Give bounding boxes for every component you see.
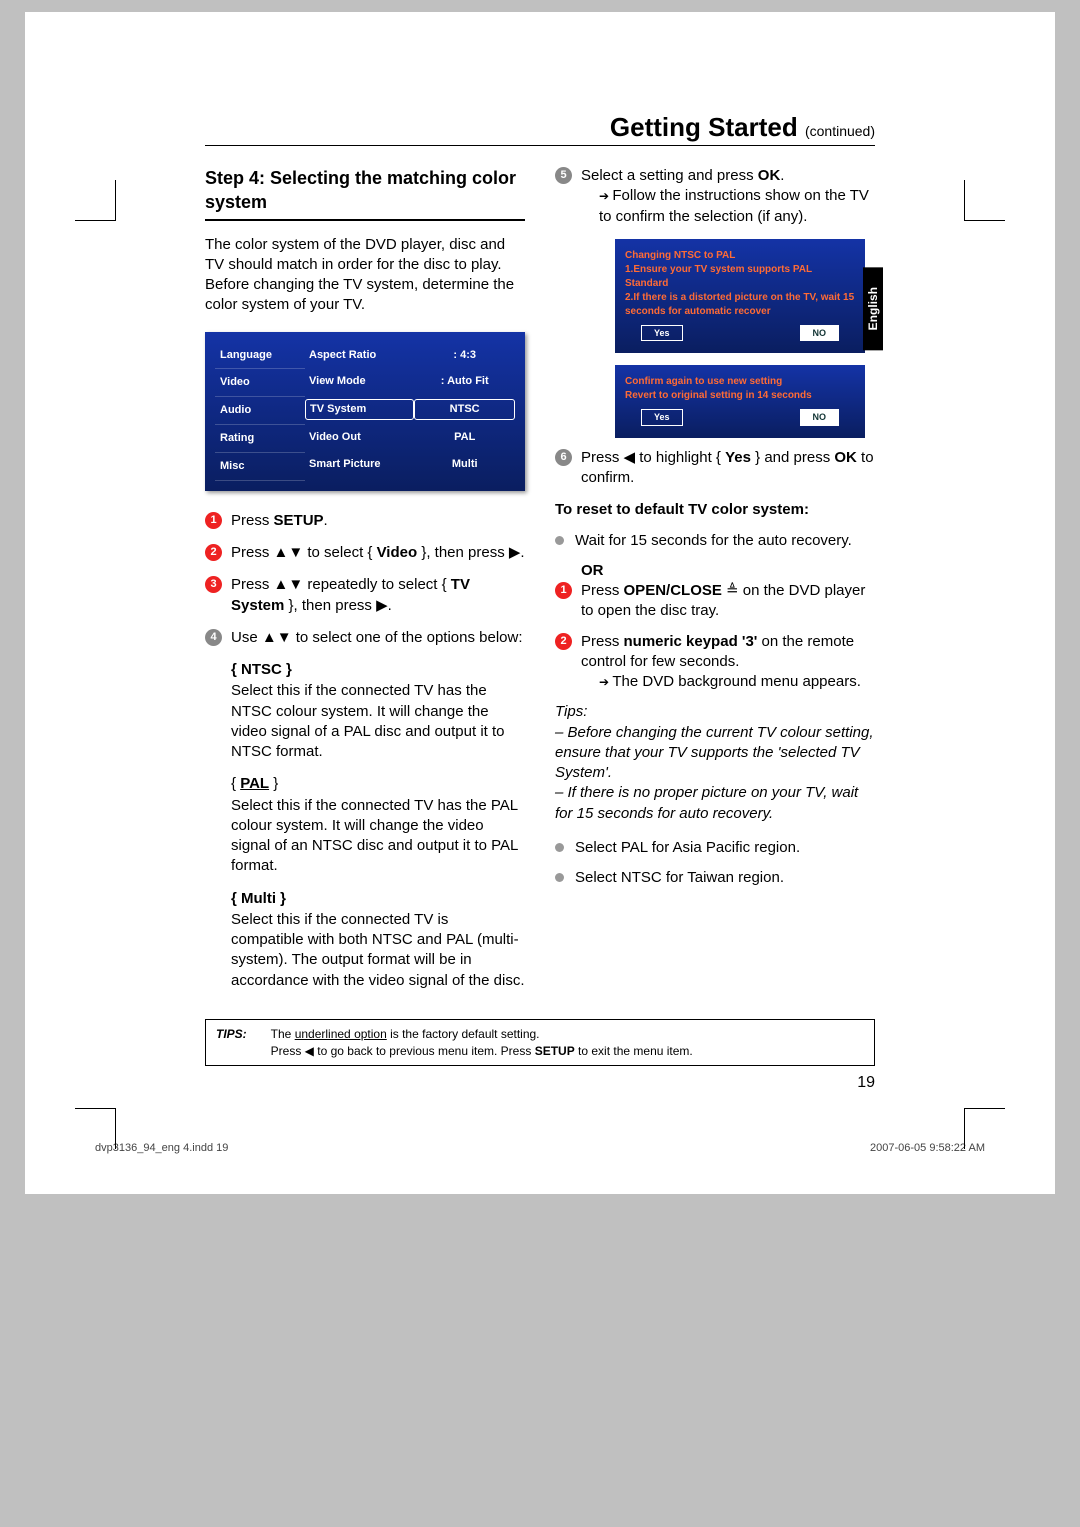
dialog2-text: Confirm again to use new setting Revert … [625,375,855,403]
menu-row: Smart PictureMulti [305,451,515,478]
dialog-change-pal: Changing NTSC to PAL 1.Ensure your TV sy… [615,239,865,354]
dialog1-no: NO [800,325,840,342]
step-6: Press ◀ to highlight { Yes } and press O… [555,448,875,489]
step-item: Press ▲▼ to select { Video }, then press… [205,543,525,563]
reset-heading: To reset to default TV color system: [555,500,875,520]
subheading: Step 4: Selecting the matching color sys… [205,166,525,221]
tips-footer-box: TIPS: The underlined option is the facto… [205,1019,875,1067]
tip-2: – If there is no proper picture on your … [555,783,875,824]
menu-tab: Video [215,369,305,397]
menu-row: TV SystemNTSC [305,395,515,424]
menu-tab: Audio [215,397,305,425]
dialog2-no: NO [800,409,840,426]
dialog1-yes: Yes [641,325,683,342]
option-block: { Multi }Select this if the connected TV… [205,889,525,991]
menu-row: View Mode: Auto Fit [305,368,515,395]
region-bullet-ntsc: Select NTSC for Taiwan region. [555,868,875,888]
menu-tab: Rating [215,425,305,453]
menu-tab: Language [215,342,305,370]
tips-footer-label: TIPS: [216,1026,247,1060]
intro-paragraph: The color system of the DVD player, disc… [205,235,525,316]
step-item: Press ▲▼ repeatedly to select { TV Syste… [205,575,525,616]
region-bullet-pal: Select PAL for Asia Pacific region. [555,838,875,858]
step-5: Select a setting and press OK. Follow th… [555,166,875,227]
language-tab: English [863,267,883,350]
dialog1-text: Changing NTSC to PAL 1.Ensure your TV sy… [625,249,855,319]
step5-sub: Follow the instructions show on the TV t… [581,186,875,227]
menu-row: Video OutPAL [305,424,515,451]
title-continued: (continued) [805,123,875,139]
dialog-confirm: Confirm again to use new setting Revert … [615,365,865,438]
wait-text: Wait for 15 seconds for the auto recover… [555,531,875,551]
page-number: 19 [205,1074,875,1092]
step-item: Press SETUP. [205,511,525,531]
reset-step: Press OPEN/CLOSE ≜ on the DVD player to … [555,581,875,622]
osd-menu-screenshot: LanguageVideoAudioRatingMisc Aspect Rati… [205,332,525,491]
menu-tab: Misc [215,453,305,481]
dialog2-yes: Yes [641,409,683,426]
title-main: Getting Started [610,112,798,142]
tips-label: Tips: [555,702,875,722]
option-block: { PAL }Select this if the connected TV h… [205,774,525,876]
option-block: { NTSC }Select this if the connected TV … [205,660,525,762]
tip-1: – Before changing the current TV colour … [555,723,875,784]
or-label: OR [581,561,875,581]
step-item: Use ▲▼ to select one of the options belo… [205,628,525,648]
section-title: Getting Started (continued) [205,112,875,146]
menu-row: Aspect Ratio: 4:3 [305,342,515,369]
reset-step: Press numeric keypad '3' on the remote c… [555,632,875,693]
